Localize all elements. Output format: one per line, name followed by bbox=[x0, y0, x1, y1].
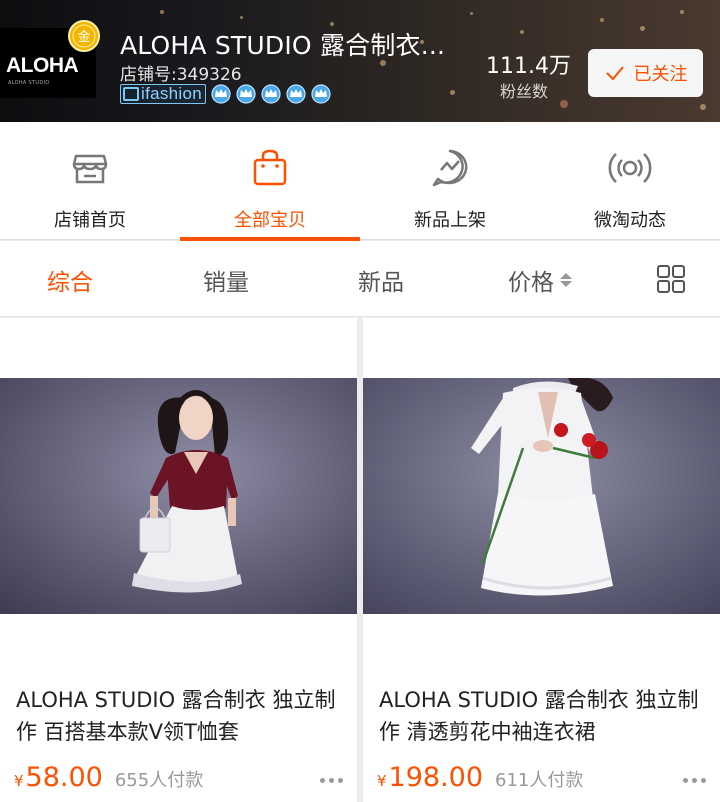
sort-bar: 综合 销量 新品 价格 bbox=[0, 241, 720, 317]
sold-count: 655人付款 bbox=[114, 770, 204, 791]
currency-symbol: ¥ bbox=[14, 772, 24, 790]
product-image-white-dress-roses bbox=[363, 378, 720, 614]
product-title[interactable]: ALOHA STUDIO 露合制衣 独立制作 百搭基本款V领T恤套 bbox=[16, 684, 346, 748]
tab-label: 微淘动态 bbox=[594, 210, 666, 231]
sort-new[interactable]: 新品 bbox=[358, 263, 404, 297]
grid-view-icon[interactable] bbox=[656, 264, 686, 294]
product-price: 198.00 bbox=[388, 762, 484, 793]
sort-price-label: 价格 bbox=[508, 270, 554, 296]
product-photo[interactable] bbox=[0, 378, 357, 614]
product-photo[interactable] bbox=[363, 378, 720, 614]
ifashion-badge-row: ifashion bbox=[120, 84, 335, 104]
shop-icon bbox=[72, 154, 108, 184]
more-options-icon[interactable] bbox=[679, 778, 706, 783]
bag-icon bbox=[253, 149, 287, 186]
crown-icon bbox=[236, 84, 256, 104]
logo-text: ALOHA bbox=[6, 54, 79, 77]
gold-medal-icon: 金 bbox=[68, 20, 100, 52]
price-row: ¥ 198.00 611人付款 bbox=[377, 762, 583, 793]
crown-icon bbox=[311, 84, 331, 104]
check-icon bbox=[605, 66, 624, 81]
sort-arrows-icon bbox=[560, 273, 572, 287]
crown-icon bbox=[211, 84, 231, 104]
shop-id: 店铺号:349326 bbox=[120, 65, 242, 85]
ifashion-badge: ifashion bbox=[120, 84, 206, 104]
currency-symbol: ¥ bbox=[377, 772, 387, 790]
price-row: ¥ 58.00 655人付款 bbox=[14, 762, 203, 793]
sort-sales[interactable]: 销量 bbox=[203, 263, 249, 297]
shop-nav: 店铺首页 全部宝贝 新品上架 微淘动态 bbox=[0, 122, 720, 241]
sort-comprehensive[interactable]: 综合 bbox=[47, 263, 93, 297]
fans-label: 粉丝数 bbox=[500, 82, 549, 101]
tab-label: 新品上架 bbox=[414, 210, 486, 231]
ifashion-text: ifashion bbox=[141, 84, 202, 103]
crown-rating bbox=[210, 84, 335, 104]
shop-page: ALOHA ALOHA STUDIO 金 ALOHA STUDIO 露合制衣..… bbox=[0, 0, 720, 802]
shop-name[interactable]: ALOHA STUDIO 露合制衣... bbox=[120, 26, 445, 62]
tab-label: 店铺首页 bbox=[54, 210, 126, 231]
sold-count: 611人付款 bbox=[495, 770, 584, 791]
tab-new-arrivals[interactable]: 新品上架 bbox=[360, 122, 540, 240]
heart-mark-icon bbox=[123, 87, 139, 101]
more-options-icon[interactable] bbox=[316, 778, 343, 783]
follow-label: 已关注 bbox=[633, 64, 688, 85]
product-price: 58.00 bbox=[25, 762, 103, 793]
crown-icon bbox=[261, 84, 281, 104]
crown-icon bbox=[286, 84, 306, 104]
broadcast-icon bbox=[608, 153, 652, 183]
product-card[interactable]: ALOHA STUDIO 露合制衣 独立制作 百搭基本款V领T恤套 ¥ 58.0… bbox=[0, 318, 357, 802]
new-arrivals-icon bbox=[432, 149, 468, 187]
product-image-model-maroon-top bbox=[0, 378, 357, 614]
tab-weitao-feed[interactable]: 微淘动态 bbox=[540, 122, 720, 240]
fans-count: 111.4万 bbox=[486, 54, 571, 79]
medal-label: 金 bbox=[77, 29, 90, 45]
logo-subtext: ALOHA STUDIO bbox=[8, 80, 50, 86]
follow-button[interactable]: 已关注 bbox=[588, 49, 703, 97]
product-title[interactable]: ALOHA STUDIO 露合制衣 独立制作 清透剪花中袖连衣裙 bbox=[379, 684, 709, 748]
tab-label: 全部宝贝 bbox=[234, 210, 306, 231]
tab-all-products[interactable]: 全部宝贝 bbox=[180, 122, 360, 241]
product-card[interactable]: ALOHA STUDIO 露合制衣 独立制作 清透剪花中袖连衣裙 ¥ 198.0… bbox=[363, 318, 720, 802]
shop-header: ALOHA ALOHA STUDIO 金 ALOHA STUDIO 露合制衣..… bbox=[0, 0, 720, 122]
sort-price[interactable]: 价格 bbox=[508, 263, 572, 297]
tab-shop-home[interactable]: 店铺首页 bbox=[0, 122, 180, 240]
